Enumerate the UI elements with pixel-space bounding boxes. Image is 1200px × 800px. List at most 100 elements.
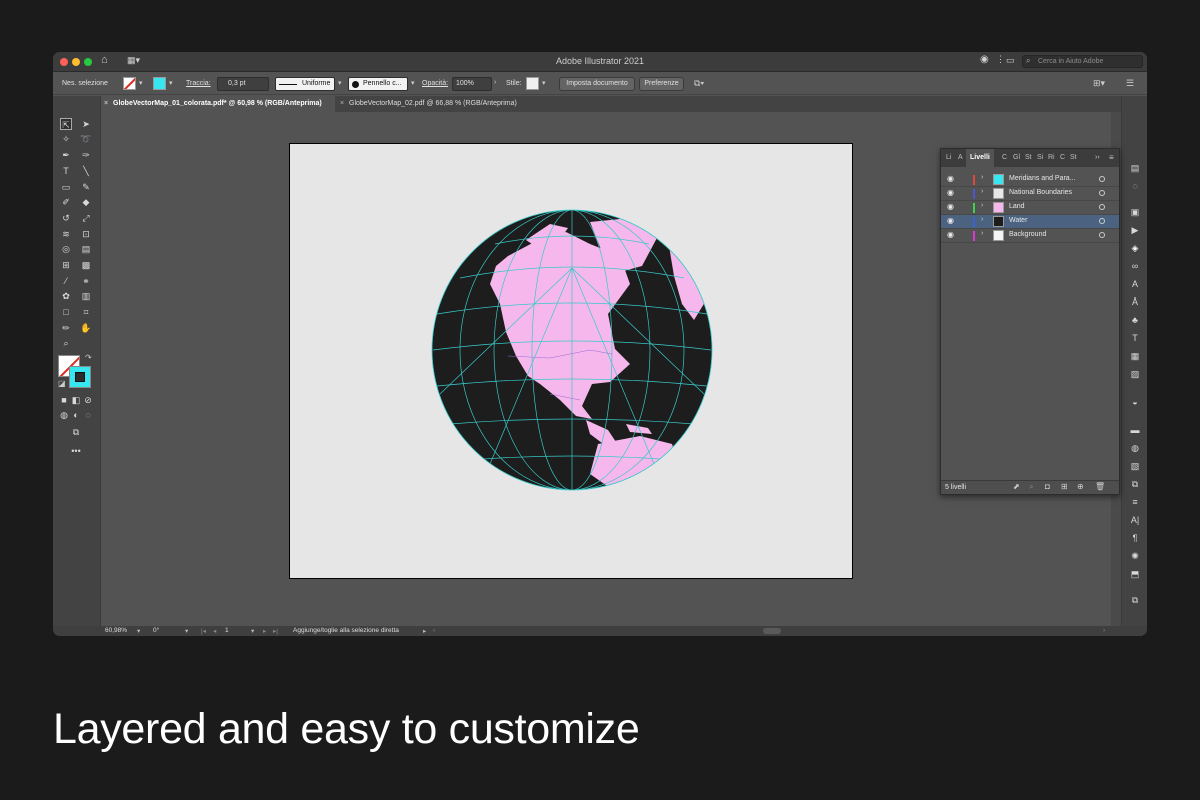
color-mode-icon[interactable]: ■ xyxy=(58,394,70,406)
rectangle-tool-icon[interactable]: ▭ xyxy=(60,181,72,193)
paintbrush-tool-icon[interactable]: ✎ xyxy=(80,181,92,193)
stroke-label[interactable]: Traccia: xyxy=(186,80,211,87)
actions-panel-icon[interactable]: ▶ xyxy=(1129,224,1141,236)
align-panel-icon[interactable]: ≡ xyxy=(1129,496,1141,508)
scale-tool-icon[interactable]: ⤢ xyxy=(80,212,92,224)
swap-colors-icon[interactable]: ↷ xyxy=(85,353,92,362)
document-tab-1[interactable]: × GlobeVectorMap_01_colorata.pdf* @ 60,9… xyxy=(101,96,335,112)
gradient-panel-icon[interactable]: ▬ xyxy=(1129,424,1141,436)
line-tool-icon[interactable]: ╲ xyxy=(80,165,92,177)
perspective-grid-tool-icon[interactable]: ▤ xyxy=(80,243,92,255)
curvature-tool-icon[interactable]: ✑ xyxy=(80,149,92,161)
hand-tool-icon[interactable]: ✋ xyxy=(80,322,92,334)
slice-tool-icon[interactable]: ⌗ xyxy=(80,306,92,318)
stroke-swatch[interactable] xyxy=(153,77,166,90)
locate-object-icon[interactable]: ⌕ xyxy=(1029,482,1033,492)
expand-arrow-icon[interactable]: › xyxy=(981,202,983,209)
paragraph-panel-icon[interactable]: ¶ xyxy=(1129,532,1141,544)
character-panel-icon[interactable]: A xyxy=(1129,278,1141,290)
layers-panel-icon[interactable]: ◈ xyxy=(1129,242,1141,254)
panel-tab-gl[interactable]: Gl xyxy=(1013,154,1020,161)
glyphs-panel-icon[interactable]: Å xyxy=(1129,296,1141,308)
layer-target-icon[interactable] xyxy=(1099,232,1105,238)
layer-target-icon[interactable] xyxy=(1099,176,1105,182)
last-artboard-icon[interactable]: ▸| xyxy=(273,627,278,635)
selection-tool-icon[interactable]: ⇱ xyxy=(60,118,72,130)
artboard-number[interactable]: 1 xyxy=(225,627,229,634)
style-swatch[interactable] xyxy=(526,77,539,90)
graphic-styles-panel-icon[interactable]: ▦ xyxy=(1129,350,1141,362)
pen-tool-icon[interactable]: ✒ xyxy=(60,149,72,161)
align-icon[interactable]: ⊞▾ xyxy=(1093,78,1105,89)
zoom-tool-icon[interactable]: ⌕ xyxy=(60,337,72,349)
create-sublayer-icon[interactable]: ⊞ xyxy=(1061,482,1068,491)
blend-tool-icon[interactable]: ⚭ xyxy=(80,275,92,287)
rotation-dropdown-icon[interactable]: ▾ xyxy=(185,627,188,635)
appearance-panel-icon[interactable]: ✺ xyxy=(1129,550,1141,562)
fill-swatch[interactable] xyxy=(123,77,136,90)
stroke-weight-field[interactable]: 0,3 pt xyxy=(217,77,269,91)
draw-inside-icon[interactable]: ◌ xyxy=(82,409,94,421)
account-icon[interactable]: ◉ xyxy=(980,54,989,65)
profile-dropdown-icon[interactable]: ▾ xyxy=(338,79,342,87)
panel-tab-ri[interactable]: Ri xyxy=(1048,154,1055,161)
fill-dropdown-icon[interactable]: ▾ xyxy=(139,79,143,87)
shaper-tool-icon[interactable]: ✐ xyxy=(60,196,72,208)
navigator-panel-icon[interactable]: ⧉ xyxy=(1129,594,1141,606)
draw-behind-icon[interactable]: ◐ xyxy=(70,409,82,421)
mesh-tool-icon[interactable]: ⊞ xyxy=(60,259,72,271)
zoom-dropdown-icon[interactable]: ▾ xyxy=(137,627,140,635)
globe-artwork[interactable] xyxy=(290,144,854,580)
expand-arrow-icon[interactable]: › xyxy=(981,216,983,223)
transparency-panel-icon[interactable]: ◍ xyxy=(1129,442,1141,454)
close-tab-icon[interactable]: × xyxy=(104,96,108,112)
pathfinder-panel-icon[interactable]: ⧉ xyxy=(1129,478,1141,490)
direct-selection-tool-icon[interactable]: ➤ xyxy=(80,118,92,130)
close-tab-icon[interactable]: × xyxy=(340,96,344,112)
artboard[interactable] xyxy=(289,143,853,579)
layer-row-national-boundaries[interactable]: ◉ › National Boundaries xyxy=(941,187,1119,201)
expand-arrow-icon[interactable]: › xyxy=(981,174,983,181)
layer-row-water[interactable]: ◉ › Water xyxy=(941,215,1119,229)
panel-tab-c2[interactable]: C xyxy=(1060,154,1065,161)
character-styles-panel-icon[interactable]: A| xyxy=(1129,514,1141,526)
prev-artboard-icon[interactable]: ◂ xyxy=(213,627,216,635)
rotate-tool-icon[interactable]: ↺ xyxy=(60,212,72,224)
visibility-eye-icon[interactable]: ◉ xyxy=(947,174,954,183)
help-search-field[interactable]: ⌕ Cerca in Aiuto Adobe xyxy=(1022,55,1143,68)
image-trace-panel-icon[interactable]: ▧ xyxy=(1129,460,1141,472)
panel-tab-c[interactable]: C xyxy=(1002,154,1007,161)
more-icon[interactable]: ⋮ xyxy=(996,54,1005,65)
create-layer-icon[interactable]: ⊕ xyxy=(1077,482,1084,491)
eyedropper-tool-icon[interactable]: ⁄ xyxy=(60,275,72,287)
symbols-panel-icon[interactable]: ♣ xyxy=(1129,314,1141,326)
gradient-mode-icon[interactable]: ◧ xyxy=(70,394,82,406)
warp-tool-icon[interactable]: ≋ xyxy=(60,228,72,240)
horizontal-scrollbar-thumb[interactable] xyxy=(763,628,781,634)
eyedropper-alt-tool-icon[interactable]: ✏ xyxy=(60,322,72,334)
edit-toolbar-icon[interactable]: ••• xyxy=(70,445,82,457)
eraser-tool-icon[interactable]: ◆ xyxy=(80,196,92,208)
properties-panel-icon[interactable]: ▤ xyxy=(1129,162,1141,174)
delete-layer-icon[interactable]: 🗑 xyxy=(1095,482,1105,491)
make-clipping-mask-icon[interactable]: ◘ xyxy=(1045,482,1050,491)
visibility-eye-icon[interactable]: ◉ xyxy=(947,216,954,225)
horizontal-scroll-left-icon[interactable]: ‹ xyxy=(433,627,435,634)
visibility-eye-icon[interactable]: ◉ xyxy=(947,230,954,239)
layer-row-land[interactable]: ◉ › Land xyxy=(941,201,1119,215)
panel-tab-st2[interactable]: St xyxy=(1070,154,1077,161)
panel-collapse-icon[interactable]: ›› xyxy=(1095,154,1100,161)
layer-row-background[interactable]: ◉ › Background xyxy=(941,229,1119,243)
opacity-field[interactable]: 100% xyxy=(452,77,492,91)
column-graph-tool-icon[interactable]: ▥ xyxy=(80,290,92,302)
panel-tab-si[interactable]: Si xyxy=(1037,154,1043,161)
style-dropdown-icon[interactable]: ▾ xyxy=(542,79,546,87)
screen-mode-icon[interactable]: ⧉ xyxy=(70,426,82,438)
swatches-panel-icon[interactable]: ▨ xyxy=(1129,368,1141,380)
status-menu-icon[interactable]: ▸ xyxy=(423,627,426,635)
type-tool-icon[interactable]: T xyxy=(60,165,72,177)
shape-builder-tool-icon[interactable]: ◎ xyxy=(60,243,72,255)
stroke-color-swatch[interactable] xyxy=(69,366,91,388)
panel-tab-st[interactable]: St xyxy=(1025,154,1032,161)
links-panel-icon[interactable]: ∞ xyxy=(1129,260,1141,272)
